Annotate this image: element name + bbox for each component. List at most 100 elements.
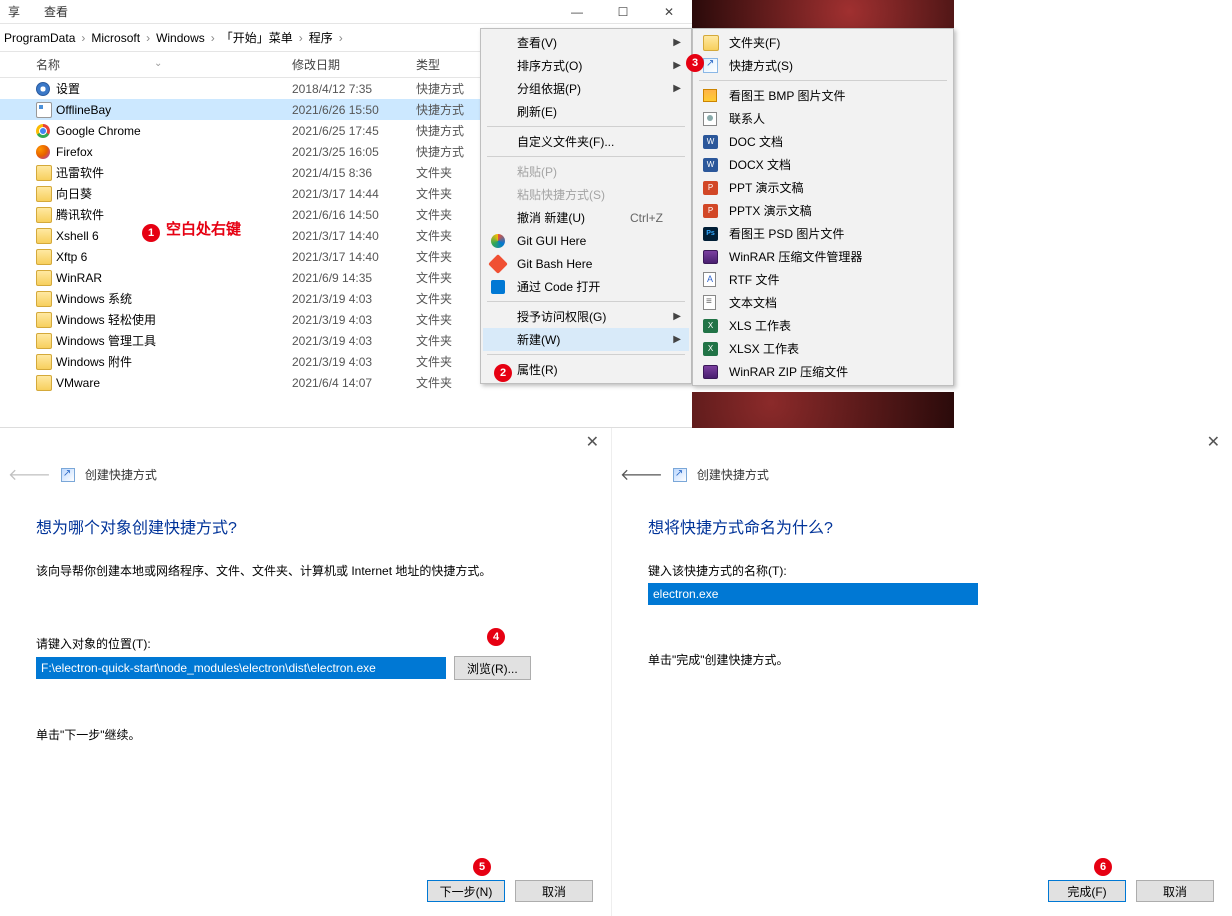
menu-item[interactable]: 自定义文件夹(F)... bbox=[483, 130, 689, 153]
menu-item[interactable]: RTF 文件 bbox=[695, 268, 951, 291]
menu-item[interactable]: 排序方式(O) ▶ bbox=[483, 54, 689, 77]
menu-item-label: XLSX 工作表 bbox=[729, 340, 799, 357]
menu-item[interactable]: WinRAR ZIP 压缩文件 bbox=[695, 360, 951, 383]
col-name[interactable]: 名称 bbox=[36, 56, 292, 73]
folder-icon bbox=[36, 354, 52, 370]
breadcrumb-segment[interactable]: 程序 bbox=[309, 31, 333, 45]
breadcrumb-segment[interactable]: ProgramData bbox=[4, 31, 75, 45]
folder-icon bbox=[36, 249, 52, 265]
menu-item[interactable]: 通过 Code 打开 bbox=[483, 275, 689, 298]
xls-icon: X bbox=[703, 342, 718, 356]
menu-item[interactable]: 联系人 bbox=[695, 107, 951, 130]
menu-item-label: 通过 Code 打开 bbox=[517, 278, 600, 295]
menu-separator bbox=[487, 354, 685, 355]
file-name: WinRAR bbox=[56, 271, 292, 285]
gitblue-icon bbox=[491, 234, 505, 248]
menu-item[interactable]: 属性(R) bbox=[483, 358, 689, 381]
ribbon-tab-share[interactable]: 享 bbox=[8, 3, 20, 20]
file-name: 迅雷软件 bbox=[56, 164, 292, 181]
next-button[interactable]: 下一步(N) bbox=[427, 880, 505, 902]
back-arrow-icon[interactable]: 🡐 bbox=[8, 464, 51, 485]
ribbon-tab-view[interactable]: 查看 bbox=[44, 3, 68, 20]
word-icon: W bbox=[703, 135, 718, 149]
menu-item-label: 看图王 PSD 图片文件 bbox=[729, 225, 844, 242]
menu-item[interactable]: X XLSX 工作表 bbox=[695, 337, 951, 360]
breadcrumb-segment[interactable]: 「开始」菜单 bbox=[221, 31, 293, 45]
close-button[interactable]: ✕ bbox=[646, 0, 692, 24]
submenu-arrow-icon: ▶ bbox=[673, 37, 681, 48]
menu-item[interactable]: 新建(W) ▶ bbox=[483, 328, 689, 351]
menu-separator bbox=[487, 156, 685, 157]
menu-item[interactable]: Git GUI Here bbox=[483, 229, 689, 252]
menu-item[interactable]: XXLS 工作表 bbox=[695, 314, 951, 337]
file-date: 2021/3/25 16:05 bbox=[292, 145, 416, 159]
minimize-button[interactable]: — bbox=[554, 0, 600, 24]
breadcrumb[interactable]: ProgramData›Microsoft›Windows›「开始」菜单›程序› bbox=[4, 29, 349, 46]
file-date: 2021/3/19 4:03 bbox=[292, 334, 416, 348]
location-input[interactable] bbox=[36, 657, 446, 679]
menu-item-label: 分组依据(P) bbox=[517, 80, 581, 97]
file-name: VMware bbox=[56, 376, 292, 390]
submenu-arrow-icon: ▶ bbox=[673, 334, 681, 345]
file-date: 2021/3/19 4:03 bbox=[292, 292, 416, 306]
menu-item[interactable]: Ps 看图王 PSD 图片文件 bbox=[695, 222, 951, 245]
wizard-title: 创建快捷方式 bbox=[697, 466, 769, 483]
back-arrow-icon[interactable]: 🡐 bbox=[620, 464, 663, 485]
ppt-icon: P bbox=[703, 181, 718, 195]
maximize-button[interactable]: ☐ bbox=[600, 0, 646, 24]
col-date[interactable]: 修改日期 bbox=[292, 56, 416, 73]
menu-item[interactable]: 文件夹(F) bbox=[695, 31, 951, 54]
menu-item[interactable]: WDOCX 文档 bbox=[695, 153, 951, 176]
chevron-right-icon: › bbox=[146, 31, 150, 45]
menu-item[interactable]: 查看(V)▶ bbox=[483, 31, 689, 54]
shortcut-icon bbox=[61, 468, 75, 482]
menu-item-label: 自定义文件夹(F)... bbox=[517, 133, 614, 150]
menu-item[interactable]: 分组依据(P)▶ bbox=[483, 77, 689, 100]
browse-button[interactable]: 浏览(R)... bbox=[454, 656, 531, 680]
menu-item[interactable]: 撤消 新建(U)Ctrl+Z bbox=[483, 206, 689, 229]
context-menu[interactable]: 查看(V)▶排序方式(O)▶分组依据(P)▶刷新(E)自定义文件夹(F)...粘… bbox=[480, 28, 692, 384]
vscode-icon bbox=[491, 280, 505, 294]
file-date: 2021/6/25 17:45 bbox=[292, 124, 416, 138]
menu-item-label: RTF 文件 bbox=[729, 271, 779, 288]
menu-item[interactable]: WinRAR 压缩文件管理器 bbox=[695, 245, 951, 268]
menu-item[interactable]: PPPTX 演示文稿 bbox=[695, 199, 951, 222]
menu-item-label: 文件夹(F) bbox=[729, 34, 780, 51]
window-controls: — ☐ ✕ bbox=[554, 0, 692, 24]
rar-icon bbox=[703, 365, 718, 379]
annotation-1: 空白处右键 bbox=[166, 218, 241, 239]
wizard-description: 该向导帮你创建本地或网络程序、文件、文件夹、计算机或 Internet 地址的快… bbox=[36, 562, 575, 579]
file-date: 2021/3/17 14:40 bbox=[292, 229, 416, 243]
file-date: 2021/4/15 8:36 bbox=[292, 166, 416, 180]
menu-item-label: 新建(W) bbox=[517, 331, 560, 348]
submenu-arrow-icon: ▶ bbox=[673, 60, 681, 71]
menu-item-label: 刷新(E) bbox=[517, 103, 557, 120]
name-input[interactable] bbox=[648, 583, 978, 605]
menu-item[interactable]: 刷新(E) bbox=[483, 100, 689, 123]
file-name: Windows 系统 bbox=[56, 290, 292, 307]
file-name: Firefox bbox=[56, 145, 292, 159]
menu-item[interactable]: 授予访问权限(G)▶ bbox=[483, 305, 689, 328]
new-submenu[interactable]: 文件夹(F) 快捷方式(S) 看图王 BMP 图片文件联系人WDOC 文档WDOCX… bbox=[692, 28, 954, 386]
menu-item[interactable]: WDOC 文档 bbox=[695, 130, 951, 153]
cancel-button[interactable]: 取消 bbox=[515, 880, 593, 902]
menu-item-label: 看图王 BMP 图片文件 bbox=[729, 87, 845, 104]
menu-item[interactable]: 文本文档 bbox=[695, 291, 951, 314]
menu-item[interactable]: 看图王 BMP 图片文件 bbox=[695, 84, 951, 107]
menu-item-label: PPTX 演示文稿 bbox=[729, 202, 812, 219]
breadcrumb-segment[interactable]: Windows bbox=[156, 31, 205, 45]
close-icon[interactable]: ✕ bbox=[1207, 432, 1220, 452]
wizard-title: 创建快捷方式 bbox=[85, 466, 157, 483]
menu-item[interactable]: Git Bash Here bbox=[483, 252, 689, 275]
finish-button[interactable]: 完成(F) bbox=[1048, 880, 1126, 902]
menu-item[interactable]: 快捷方式(S) bbox=[695, 54, 951, 77]
breadcrumb-segment[interactable]: Microsoft bbox=[91, 31, 140, 45]
menu-item[interactable]: PPPT 演示文稿 bbox=[695, 176, 951, 199]
folder-icon bbox=[36, 165, 52, 181]
psd-icon: Ps bbox=[703, 227, 718, 241]
close-icon[interactable]: ✕ bbox=[586, 432, 599, 452]
desktop-bg-fragment bbox=[692, 392, 954, 428]
cancel-button[interactable]: 取消 bbox=[1136, 880, 1214, 902]
menu-item-label: XLS 工作表 bbox=[729, 317, 791, 334]
menu-item-label: 排序方式(O) bbox=[517, 57, 582, 74]
